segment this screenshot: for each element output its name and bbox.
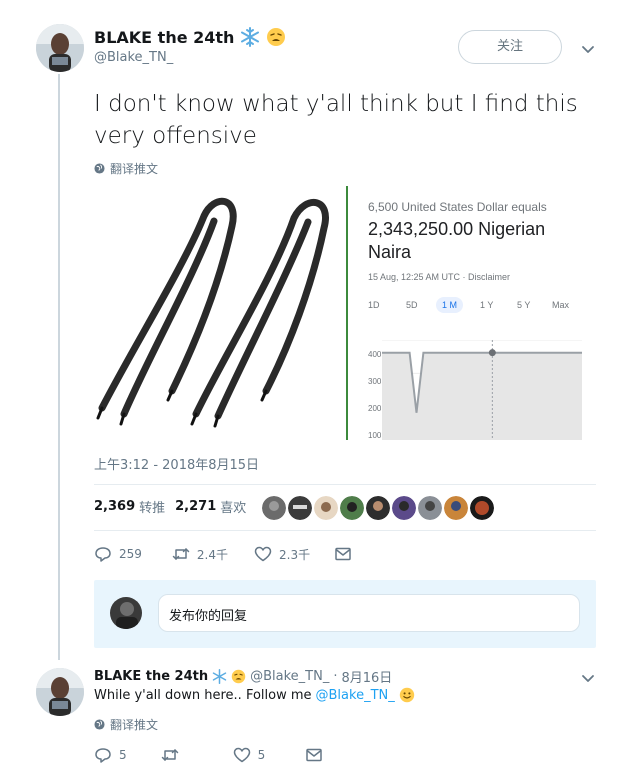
snowflake-emoji [241, 27, 260, 47]
liker-avatar[interactable] [262, 496, 286, 520]
range-5y: 5 Y [517, 300, 531, 310]
range-1d: 1D [368, 300, 380, 310]
reply-box: 发布你的回复 [94, 580, 596, 648]
thread-line [58, 74, 60, 660]
reply-tweet-body: While y'all down here.. Follow me [94, 687, 312, 703]
separator: · [333, 669, 338, 684]
heart-icon [254, 546, 272, 562]
y-tick-100: 100 [368, 431, 382, 440]
reply-tweet-header: BLAKE the 24th @Blake_TN_ · 8月16日 [94, 667, 392, 686]
engagement-stats: 2,369 转推 2,271 喜欢 [94, 497, 256, 516]
like-count: 2.3千 [279, 547, 311, 562]
retweet-icon [161, 749, 178, 761]
converter-amount: 2,343,250.00 Nigerian Naira [368, 219, 546, 262]
data-point [488, 349, 496, 357]
likes-label[interactable]: 喜欢 [220, 497, 246, 516]
reply-count: 259 [119, 547, 142, 561]
avatar[interactable] [36, 668, 84, 716]
weary-face-emoji [231, 669, 246, 684]
retweets-label[interactable]: 转推 [139, 497, 165, 516]
chevron-down-icon[interactable] [580, 41, 596, 57]
liker-avatar[interactable] [340, 496, 364, 520]
message-icon [335, 547, 351, 561]
divider [94, 484, 596, 485]
message-icon [306, 748, 323, 762]
y-tick-400: 400 [368, 350, 382, 359]
tweet-timestamp[interactable]: 上午3:12 - 2018年8月15日 [94, 454, 259, 473]
retweet-icon [172, 548, 190, 560]
reply-icon [95, 748, 111, 763]
snowflake-emoji [212, 669, 227, 684]
like-action[interactable]: 2.3千 [254, 545, 310, 563]
range-1m: 1 M [436, 297, 464, 313]
liker-avatar[interactable] [418, 496, 442, 520]
liker-avatar[interactable] [314, 496, 338, 520]
tweet-actions: 259 2.4千 2.3千 [94, 545, 352, 563]
range-1y: 1 Y [480, 300, 494, 310]
converter-date: 15 Aug, 12:25 AM UTC · Disclaimer [368, 272, 511, 282]
liker-avatar[interactable] [366, 496, 390, 520]
author-handle[interactable]: @Blake_TN_ [250, 669, 329, 684]
reply-action[interactable]: 259 [94, 545, 142, 563]
like-action[interactable]: 5 [233, 746, 266, 764]
author-handle[interactable]: @Blake_TN_ [94, 50, 173, 65]
reply-icon [95, 547, 111, 562]
slightly-smiling-face-emoji [399, 687, 414, 703]
reply-input[interactable]: 发布你的回复 [158, 594, 580, 632]
liker-avatar[interactable] [288, 496, 312, 520]
range-5d: 5D [406, 300, 418, 310]
liker-avatar[interactable] [444, 496, 468, 520]
globe-icon [94, 163, 105, 174]
likes-count[interactable]: 2,271 [175, 499, 216, 514]
reply-tweet-text: While y'all down here.. Follow me @Blake… [94, 687, 415, 703]
message-action[interactable] [334, 545, 352, 563]
message-action[interactable] [305, 746, 323, 764]
author-line: BLAKE the 24th [94, 27, 286, 47]
mention-link[interactable]: @Blake_TN_ [316, 688, 395, 703]
y-tick-300: 300 [368, 377, 382, 386]
retweet-action[interactable] [161, 746, 179, 764]
author-name[interactable]: BLAKE the 24th [94, 669, 208, 684]
heart-icon [233, 747, 250, 763]
reply-count: 5 [119, 748, 127, 762]
y-tick-200: 200 [368, 404, 382, 413]
author-name[interactable]: BLAKE the 24th [94, 28, 234, 47]
shoelaces-image[interactable] [94, 186, 344, 440]
reply-action[interactable]: 5 [94, 746, 127, 764]
translate-link[interactable]: 翻译推文 [94, 160, 158, 177]
divider [94, 530, 596, 531]
tweet-media[interactable]: 6,500 United States Dollar equals 2,343,… [94, 186, 596, 440]
shoelaces-illustration [96, 197, 329, 428]
follow-button[interactable]: 关注 [458, 30, 562, 64]
liker-avatar[interactable] [392, 496, 416, 520]
translate-label[interactable]: 翻译推文 [110, 716, 158, 733]
rate-chart [382, 340, 582, 440]
currency-converter-image[interactable]: 6,500 United States Dollar equals 2,343,… [346, 186, 596, 440]
avatar[interactable] [36, 24, 84, 72]
like-count: 5 [257, 748, 266, 762]
retweets-count[interactable]: 2,369 [94, 499, 135, 514]
current-user-avatar [110, 597, 142, 629]
translate-link[interactable]: 翻译推文 [94, 716, 158, 733]
converter-title: 6,500 United States Dollar equals [368, 200, 547, 214]
retweet-action[interactable]: 2.4千 [172, 545, 228, 563]
liker-avatar[interactable] [470, 496, 494, 520]
range-max: Max [552, 300, 570, 310]
globe-icon [94, 719, 105, 730]
weary-face-emoji [267, 28, 286, 46]
tweet-text: I don't know what y'all think but I find… [94, 91, 578, 149]
tweet-date[interactable]: 8月16日 [341, 667, 392, 686]
chevron-down-icon[interactable] [580, 670, 596, 686]
translate-label[interactable]: 翻译推文 [110, 160, 158, 177]
liker-avatars [262, 496, 494, 520]
tweet-actions: 5 5 [94, 746, 323, 764]
retweet-count: 2.4千 [196, 547, 228, 562]
